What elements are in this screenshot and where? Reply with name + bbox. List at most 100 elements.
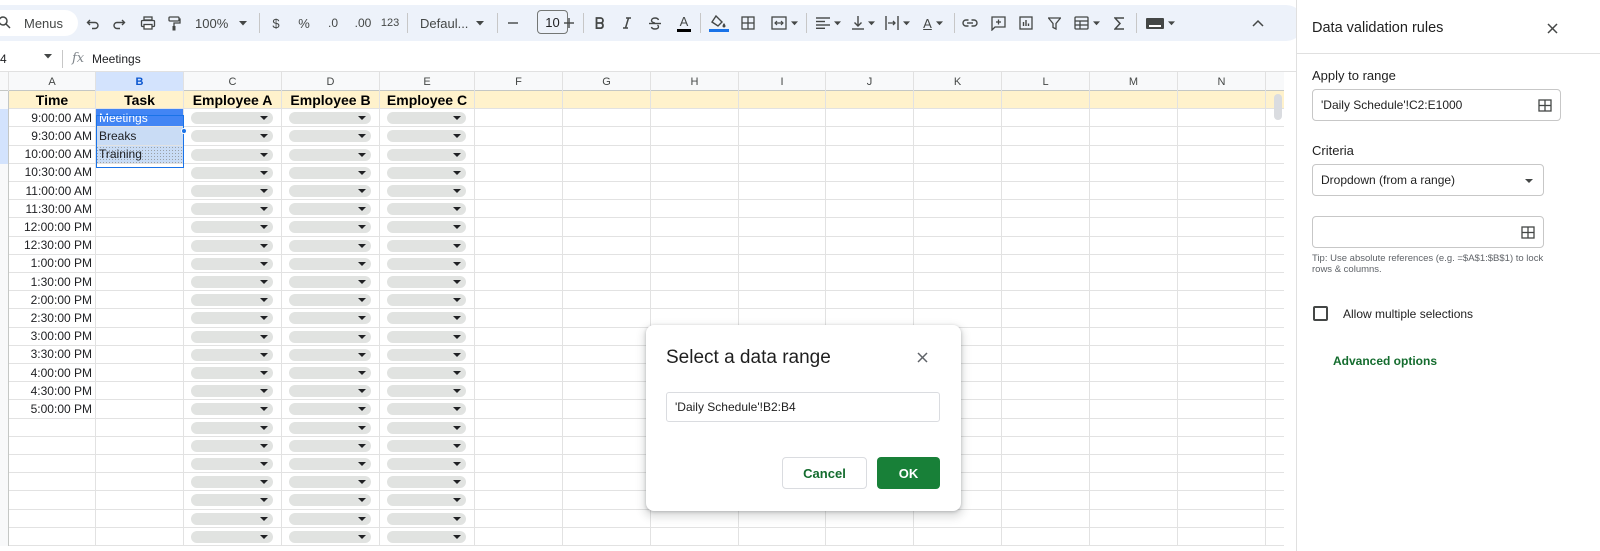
cell-d[interactable]	[282, 109, 380, 127]
cell-h[interactable]	[651, 182, 739, 200]
dropdown-chip[interactable]	[191, 403, 273, 416]
cell-n[interactable]	[1178, 200, 1266, 218]
insert-link-button[interactable]	[961, 10, 979, 36]
data-range-input[interactable]: 'Daily Schedule'!B2:B4	[666, 392, 940, 422]
dropdown-chip[interactable]	[387, 330, 466, 343]
dropdown-chip[interactable]	[387, 185, 466, 197]
cell-g[interactable]	[563, 273, 651, 291]
cell-k[interactable]	[914, 509, 1002, 527]
cell-n[interactable]	[1178, 273, 1266, 291]
cell-l[interactable]	[1002, 527, 1090, 545]
cell-b[interactable]	[96, 327, 184, 345]
task-cell[interactable]: Meetings	[96, 109, 184, 127]
cell-f[interactable]	[475, 145, 563, 163]
row-header[interactable]	[0, 182, 9, 201]
dropdown-chip[interactable]	[289, 203, 371, 216]
cell-c[interactable]	[184, 200, 282, 218]
cell-e[interactable]	[380, 418, 475, 436]
functions-button[interactable]	[1112, 10, 1126, 36]
cell-d[interactable]	[282, 254, 380, 272]
cell-m[interactable]	[1090, 327, 1178, 345]
chevron-down-icon[interactable]	[44, 54, 52, 59]
dropdown-chip[interactable]	[387, 421, 466, 434]
cell-m[interactable]	[1090, 364, 1178, 382]
print-button[interactable]	[139, 10, 157, 36]
cell-e[interactable]	[380, 327, 475, 345]
cell-n[interactable]	[1178, 291, 1266, 309]
time-cell[interactable]: 2:30:00 PM	[9, 309, 96, 327]
cell-e[interactable]	[380, 291, 475, 309]
column-header-g[interactable]: G	[563, 72, 651, 91]
cell-c[interactable]	[184, 455, 282, 473]
cell-g[interactable]	[563, 91, 651, 109]
cell-g[interactable]	[563, 327, 651, 345]
cell-k[interactable]	[914, 200, 1002, 218]
decrease-decimal-button[interactable]: .0	[324, 10, 342, 36]
cell-j[interactable]	[826, 200, 914, 218]
dropdown-chip[interactable]	[387, 439, 466, 452]
cell-k[interactable]	[914, 273, 1002, 291]
cell-m[interactable]	[1090, 254, 1178, 272]
cell-b[interactable]	[96, 236, 184, 254]
dropdown-chip[interactable]	[191, 512, 273, 525]
cell-g[interactable]	[563, 509, 651, 527]
column-header-l[interactable]: L	[1002, 72, 1090, 91]
cell-b[interactable]	[96, 309, 184, 327]
cell-i[interactable]	[739, 109, 826, 127]
font-select[interactable]: Defaul...	[420, 10, 488, 36]
cancel-button[interactable]: Cancel	[782, 457, 867, 489]
dropdown-chip[interactable]	[289, 385, 371, 398]
row-header[interactable]	[0, 254, 9, 273]
cell-n[interactable]	[1178, 382, 1266, 400]
allow-multiple-checkbox[interactable]	[1313, 306, 1328, 321]
cell-f[interactable]	[475, 218, 563, 236]
header-cell[interactable]: Employee A	[184, 91, 282, 109]
cell-j[interactable]	[826, 309, 914, 327]
cell-f[interactable]	[475, 382, 563, 400]
input-tools-button[interactable]	[1144, 10, 1176, 36]
cell-f[interactable]	[475, 273, 563, 291]
spreadsheet-grid[interactable]: ABCDEFGHIJKLMN Time Task Employee A Employe…	[0, 72, 1284, 551]
cell-d[interactable]	[282, 200, 380, 218]
cell-e[interactable]	[380, 473, 475, 491]
dropdown-chip[interactable]	[387, 130, 466, 143]
cell-i[interactable]	[739, 91, 826, 109]
paint-format-button[interactable]	[166, 10, 182, 36]
strikethrough-button[interactable]	[647, 10, 663, 36]
cell-d[interactable]	[282, 364, 380, 382]
text-rotation-button[interactable]: A	[918, 10, 948, 36]
time-cell[interactable]: 1:30:00 PM	[9, 273, 96, 291]
column-header-e[interactable]: E	[380, 72, 475, 91]
cell-m[interactable]	[1090, 145, 1178, 163]
cell-h[interactable]	[651, 109, 739, 127]
time-cell[interactable]: 11:00:00 AM	[9, 182, 96, 200]
cell-l[interactable]	[1002, 91, 1090, 109]
cell-d[interactable]	[282, 345, 380, 363]
cell-c[interactable]	[184, 163, 282, 181]
cell-f[interactable]	[475, 127, 563, 145]
cell-b[interactable]	[96, 345, 184, 363]
dropdown-chip[interactable]	[387, 367, 466, 379]
cell-h[interactable]	[651, 291, 739, 309]
dropdown-chip[interactable]	[191, 166, 273, 179]
row-header[interactable]	[0, 400, 9, 419]
cell-c[interactable]	[184, 418, 282, 436]
dropdown-chip[interactable]	[191, 130, 273, 143]
cell-f[interactable]	[475, 418, 563, 436]
cell-h[interactable]	[651, 200, 739, 218]
cell-n[interactable]	[1178, 91, 1266, 109]
cell-c[interactable]	[184, 400, 282, 418]
cell-l[interactable]	[1002, 327, 1090, 345]
cell-l[interactable]	[1002, 273, 1090, 291]
cell-e[interactable]	[380, 200, 475, 218]
cell-m[interactable]	[1090, 182, 1178, 200]
cell-l[interactable]	[1002, 436, 1090, 454]
cell-f[interactable]	[475, 327, 563, 345]
cell-b[interactable]	[96, 455, 184, 473]
cell-n[interactable]	[1178, 400, 1266, 418]
row-header[interactable]	[0, 236, 9, 255]
cell-c[interactable]	[184, 109, 282, 127]
dropdown-chip[interactable]	[387, 239, 466, 252]
zoom-select[interactable]: 100%	[195, 10, 249, 36]
cell-n[interactable]	[1178, 527, 1266, 545]
